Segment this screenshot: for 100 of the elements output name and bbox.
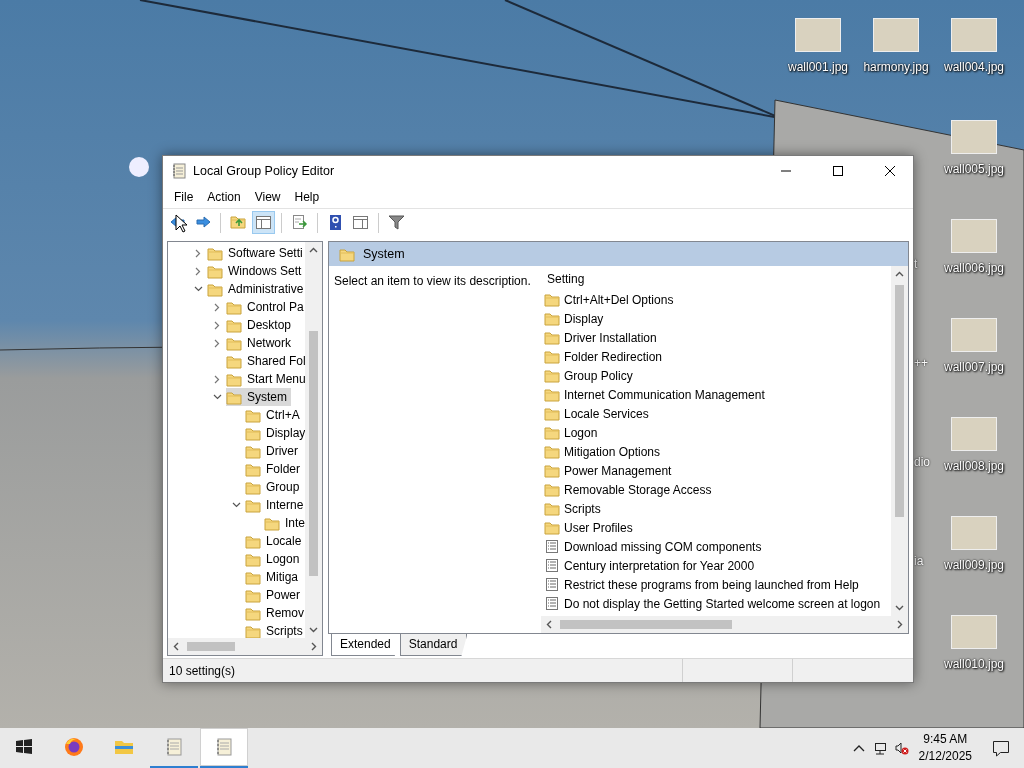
setting-label: Mitigation Options: [564, 443, 661, 461]
scrollbar-thumb[interactable]: [309, 331, 318, 576]
export-list-icon: [291, 214, 308, 231]
scroll-left-icon[interactable]: [172, 642, 181, 651]
tree-item[interactable]: Driver: [245, 442, 302, 460]
chevron-right-icon[interactable]: [213, 320, 221, 330]
tree-item[interactable]: Desktop: [226, 316, 296, 334]
scroll-up-icon[interactable]: [309, 246, 318, 255]
setting-label: Folder Redirection: [564, 348, 663, 366]
folder-icon: [245, 533, 261, 549]
scroll-right-icon[interactable]: [309, 642, 318, 651]
muted-speaker-icon[interactable]: [893, 740, 909, 756]
menu-item[interactable]: File: [167, 186, 201, 208]
tree-item[interactable]: Administrative: [207, 280, 305, 298]
list-row[interactable]: Power Management: [544, 461, 891, 480]
scrollbar-thumb[interactable]: [187, 642, 235, 651]
tree-item[interactable]: Control Pa: [226, 298, 305, 316]
tree-item[interactable]: Software Setti: [207, 244, 305, 262]
tree-item[interactable]: Display: [245, 424, 305, 442]
tree-label: Inte: [285, 515, 305, 532]
chevron-right-icon[interactable]: [213, 374, 221, 384]
notification-icon[interactable]: [992, 739, 1010, 757]
scroll-right-icon[interactable]: [895, 620, 904, 629]
chevron-right-icon[interactable]: [213, 302, 221, 312]
list-row[interactable]: Folder Redirection: [544, 347, 891, 366]
list-row[interactable]: Download missing COM components: [544, 537, 891, 556]
file-label[interactable]: wall001.jpg: [787, 58, 848, 76]
tree-item[interactable]: Network: [226, 334, 295, 352]
chevron-down-icon[interactable]: [231, 501, 241, 509]
tree-item[interactable]: Group: [245, 478, 304, 496]
list-row[interactable]: Century interpretation for Year 2000: [544, 556, 891, 575]
list-row[interactable]: Internet Communication Management: [544, 385, 891, 404]
list-row[interactable]: User Profiles: [544, 518, 891, 537]
tree-item[interactable]: Folder: [245, 460, 304, 478]
folder-icon: [245, 461, 261, 477]
horizontal-scrollbar[interactable]: [541, 616, 908, 633]
folder-icon: [544, 292, 560, 307]
list-row[interactable]: Ctrl+Alt+Del Options: [544, 290, 891, 309]
scroll-down-icon[interactable]: [309, 625, 318, 634]
tree-item[interactable]: Logon: [245, 550, 304, 568]
chevron-right-icon[interactable]: [213, 338, 221, 348]
tree-item[interactable]: Inte: [264, 514, 305, 532]
chevron-right-icon[interactable]: [194, 266, 202, 276]
setting-label: Ctrl+Alt+Del Options: [564, 291, 674, 309]
folder-icon: [226, 299, 242, 315]
tree-item[interactable]: Scripts: [245, 622, 305, 638]
file-label[interactable]: wall004.jpg: [943, 58, 1004, 76]
list-row[interactable]: Group Policy: [544, 366, 891, 385]
selected-tree-item[interactable]: System: [226, 388, 291, 406]
column-header[interactable]: Setting: [547, 270, 585, 288]
list-row[interactable]: Locale Services: [544, 404, 891, 423]
file-label: t: [914, 256, 918, 273]
vertical-scrollbar[interactable]: [305, 242, 322, 638]
horizontal-scrollbar[interactable]: [168, 638, 322, 655]
list-row[interactable]: Removable Storage Access: [544, 480, 891, 499]
list-row[interactable]: Logon: [544, 423, 891, 442]
tree-label: Software Setti: [228, 245, 303, 262]
scroll-up-icon[interactable]: [895, 270, 904, 279]
list-row[interactable]: Display: [544, 309, 891, 328]
folder-icon: [245, 497, 261, 513]
help-icon: [327, 214, 344, 231]
folder-icon: [544, 463, 560, 478]
menu-item[interactable]: Help: [287, 186, 327, 208]
tree-item[interactable]: Interne: [245, 496, 305, 514]
chevron-down-icon[interactable]: [193, 285, 203, 293]
list-row[interactable]: Restrict these programs from being launched from Help: [544, 575, 891, 594]
menu-item[interactable]: View: [247, 186, 288, 208]
list-row[interactable]: Mitigation Options: [544, 442, 891, 461]
tree-item[interactable]: Power: [245, 586, 304, 604]
tree-label: Locale: [266, 533, 302, 550]
tree-item[interactable]: Remov: [245, 604, 305, 622]
vertical-scrollbar[interactable]: [891, 266, 908, 616]
tree-item[interactable]: Ctrl+A: [245, 406, 304, 424]
setting-label: Century interpretation for Year 2000: [564, 557, 755, 575]
scrollbar-thumb[interactable]: [560, 620, 732, 629]
tree-item[interactable]: Windows Sett: [207, 262, 305, 280]
forward-arrow-icon: [194, 214, 211, 231]
tree-item[interactable]: Start Menu: [226, 370, 305, 388]
tree-item[interactable]: Mitiga: [245, 568, 302, 586]
tree-item[interactable]: Shared Fol: [226, 352, 305, 370]
policy-icon: [544, 577, 560, 592]
setting-label: Power Management: [564, 462, 672, 480]
scroll-left-icon[interactable]: [545, 620, 554, 629]
view-tab[interactable]: Standard: [399, 634, 468, 656]
menu-item[interactable]: Action: [200, 186, 248, 208]
tree-label: System: [247, 389, 287, 406]
chevron-right-icon[interactable]: [194, 248, 202, 258]
folder-icon: [245, 587, 261, 603]
folder-icon: [245, 407, 261, 423]
notebook-icon: [164, 737, 184, 757]
scrollbar-thumb[interactable]: [895, 285, 904, 517]
list-row[interactable]: Scripts: [544, 499, 891, 518]
network-icon[interactable]: [872, 740, 888, 756]
list-row[interactable]: Driver Installation: [544, 328, 891, 347]
scroll-down-icon[interactable]: [895, 603, 904, 612]
clock[interactable]: 9:45 AM 2/12/2025: [918, 731, 972, 765]
tree-label: Driver: [266, 443, 298, 460]
chevron-down-icon[interactable]: [212, 393, 222, 401]
file-label[interactable]: harmony.jpg: [863, 58, 929, 76]
tree-item[interactable]: Locale: [245, 532, 305, 550]
